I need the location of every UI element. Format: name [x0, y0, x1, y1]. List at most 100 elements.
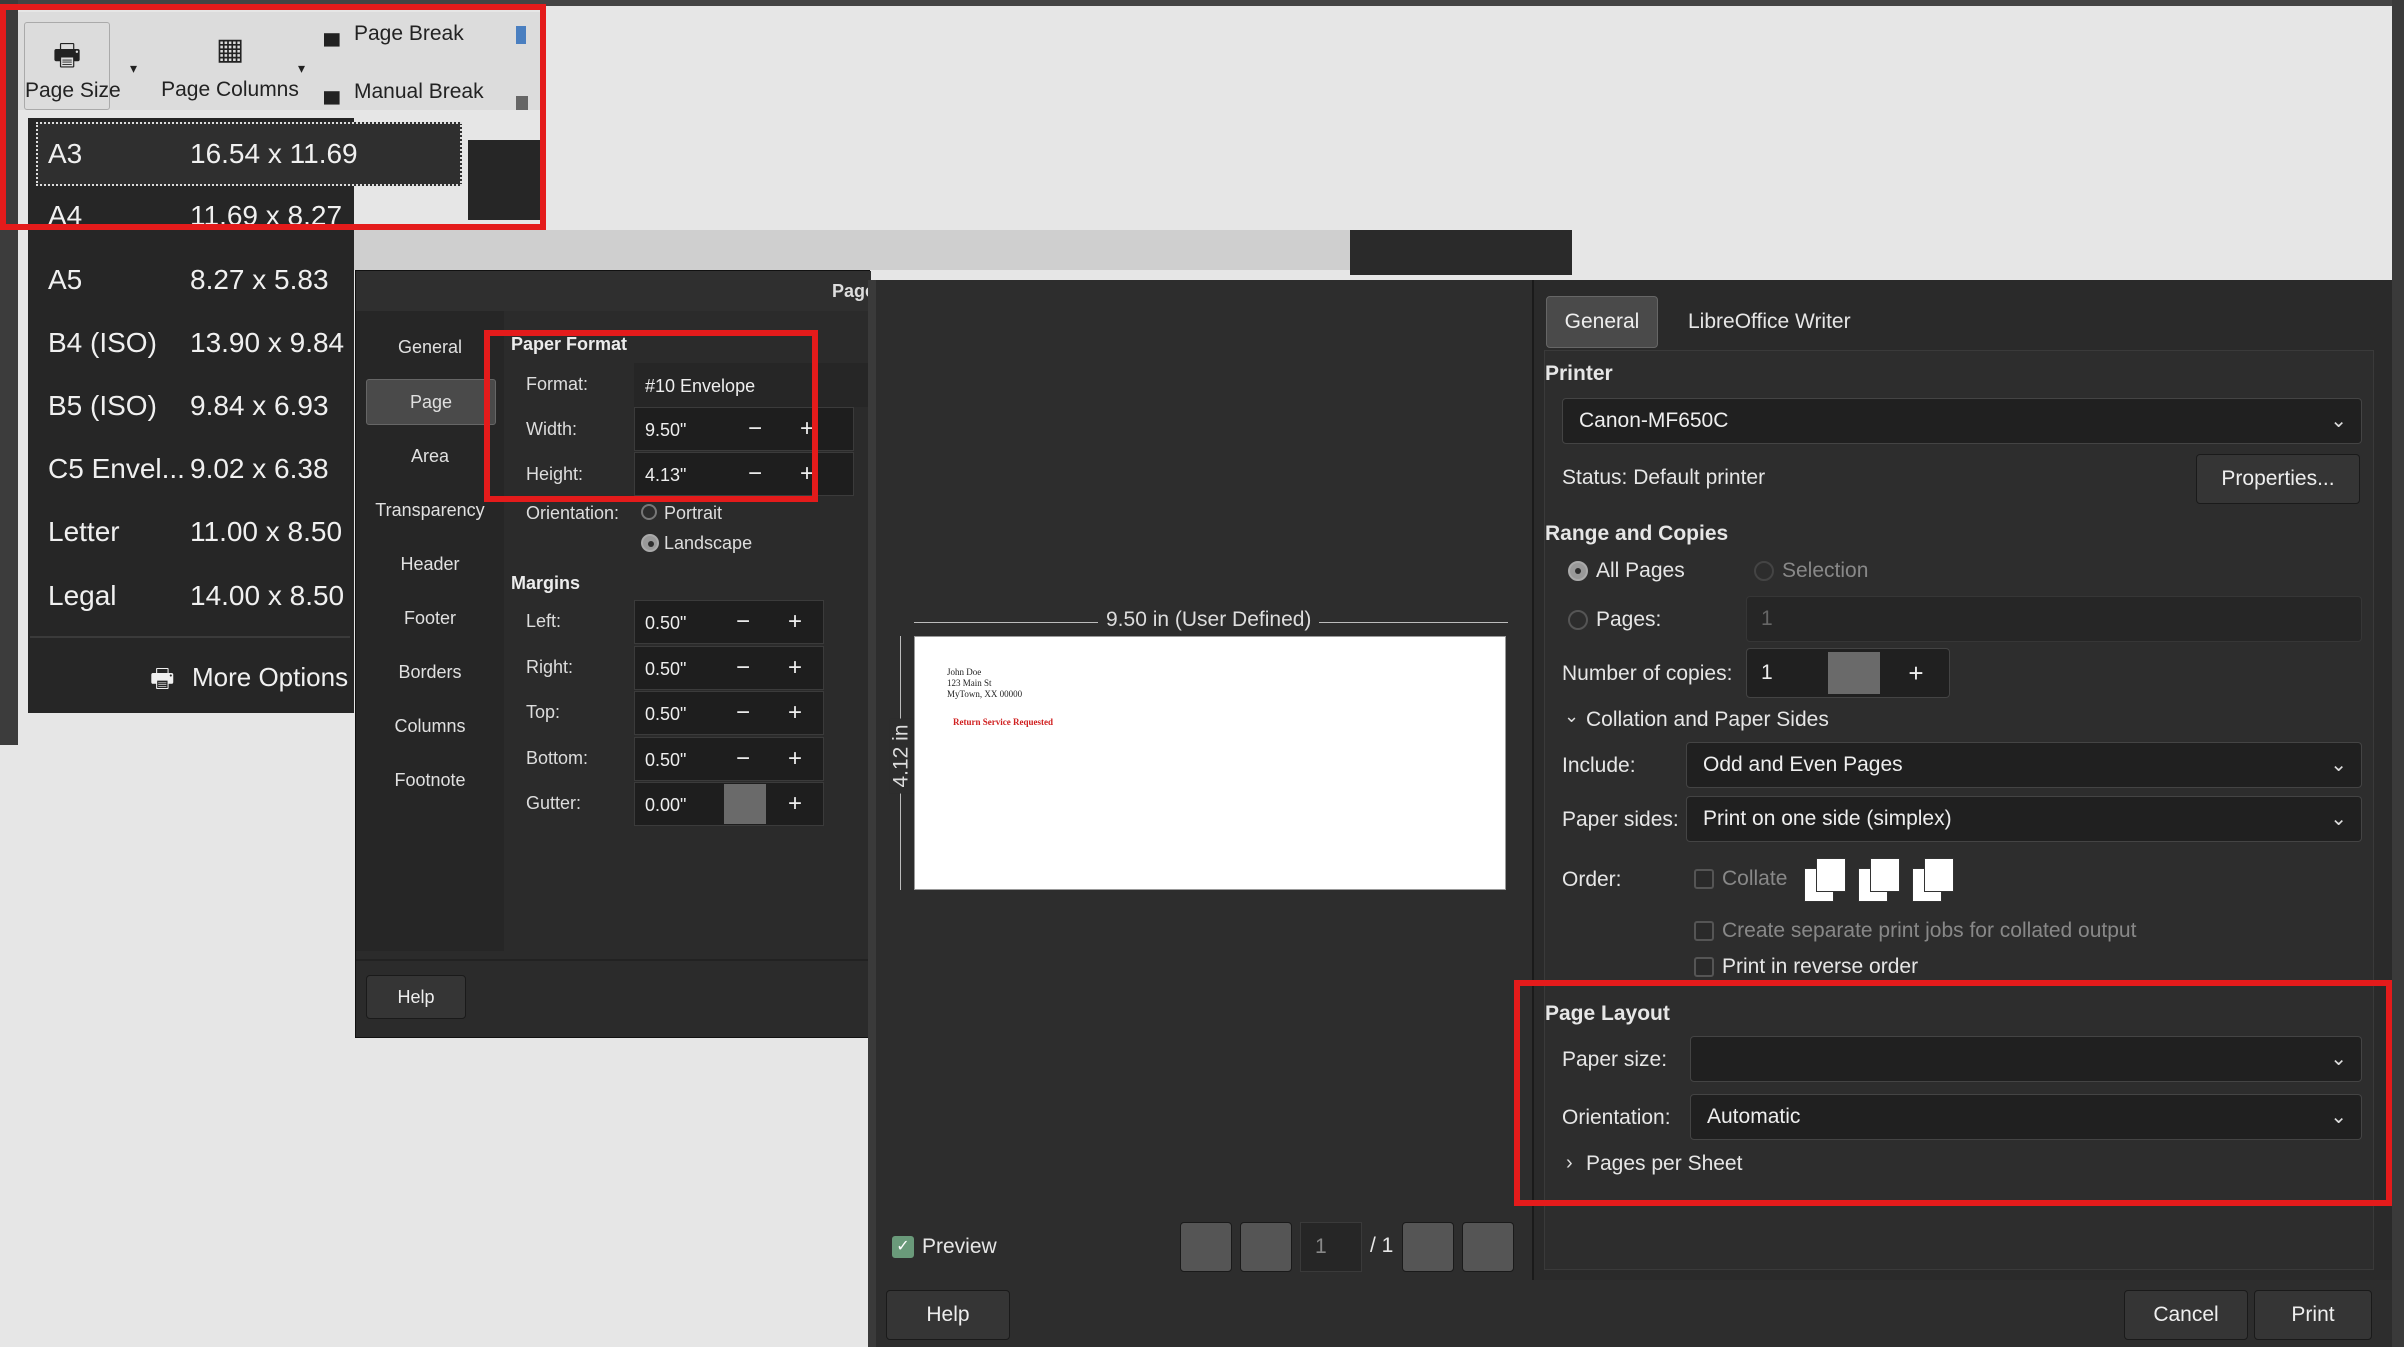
top-margin-decrement-button[interactable]: −: [728, 691, 758, 735]
reverse-order-checkbox[interactable]: [1694, 957, 1714, 977]
envelope-preview: John Doe 123 Main St MyTown, XX 00000 Re…: [914, 636, 1506, 890]
first-page-button[interactable]: [1180, 1222, 1232, 1272]
previous-page-button[interactable]: [1240, 1222, 1292, 1272]
collate-order-icon: [1804, 856, 1960, 904]
envelope-address-line: John Doe: [947, 667, 982, 677]
all-pages-radio[interactable]: [1568, 561, 1588, 581]
collate-checkbox[interactable]: [1694, 869, 1714, 889]
pages-radio[interactable]: [1568, 610, 1588, 630]
print-help-button[interactable]: Help: [886, 1290, 1010, 1340]
top-margin-label: Top:: [526, 702, 561, 722]
envelope-address-line: 123 Main St: [947, 678, 992, 688]
left-margin-decrement-button[interactable]: −: [728, 600, 758, 644]
copies-increment-button[interactable]: +: [1890, 652, 1942, 694]
printer-status: Status: Default printer: [1562, 466, 1766, 489]
separate-jobs-checkbox[interactable]: [1694, 921, 1714, 941]
page-size-item-dims: 13.90 x 9.84: [190, 327, 345, 358]
gutter-decrement-button[interactable]: [724, 784, 766, 824]
collate-label: Collate: [1722, 867, 1788, 890]
range-copies-heading: Range and Copies: [1545, 522, 1729, 545]
page-size-item-dims: 14.00 x 8.50: [190, 580, 345, 611]
nav-general[interactable]: General: [366, 325, 494, 369]
chevron-down-icon: ⌄: [2330, 808, 2347, 830]
pages-label: Pages:: [1596, 608, 1662, 631]
copies-value: 1: [1761, 661, 1773, 684]
landscape-radio[interactable]: [641, 534, 659, 552]
cancel-button[interactable]: Cancel: [2124, 1290, 2248, 1340]
page-style-dialog-titlebar: Page: [356, 271, 875, 311]
nav-transparency[interactable]: Transparency: [366, 488, 494, 532]
page-size-item-name: Letter: [48, 516, 120, 547]
page-style-help-button[interactable]: Help: [366, 975, 466, 1019]
print-dialog-left-border: [868, 280, 876, 1347]
more-options-icon: 🖶: [150, 663, 175, 693]
properties-button[interactable]: Properties...: [2196, 454, 2360, 504]
page-number-input[interactable]: 1: [1300, 1222, 1362, 1272]
nav-page[interactable]: Page: [366, 379, 496, 425]
page-size-item-name: Legal: [48, 580, 117, 611]
bottom-margin-label: Bottom:: [526, 748, 589, 768]
left-margin-label: Left:: [526, 611, 562, 631]
orientation-label: Orientation:: [526, 503, 620, 523]
copies-decrement-button[interactable]: [1828, 652, 1880, 694]
preview-label: Preview: [922, 1235, 997, 1258]
more-options-button[interactable]: 🖶 More Options: [150, 652, 360, 700]
paper-sides-select[interactable]: Print on one side (simplex) ⌄: [1686, 796, 2362, 842]
right-margin-decrement-button[interactable]: −: [728, 646, 758, 690]
chevron-down-icon: ⌄: [2330, 754, 2347, 776]
page-number-value: 1: [1315, 1235, 1327, 1258]
print-button[interactable]: Print: [2254, 1290, 2372, 1340]
page-size-item-dims: 8.27 x 5.83: [190, 264, 329, 295]
chevron-down-icon: ⌄: [2330, 410, 2347, 432]
landscape-label: Landscape: [664, 533, 753, 553]
envelope-return-address: John Doe 123 Main St MyTown, XX 00000: [947, 667, 1022, 700]
tab-libreoffice-writer[interactable]: LibreOffice Writer: [1672, 296, 1872, 348]
include-select[interactable]: Odd and Even Pages ⌄: [1686, 742, 2362, 788]
portrait-radio[interactable]: [641, 504, 657, 520]
preview-width-label: 9.50 in (User Defined): [1098, 608, 1320, 632]
collation-expander[interactable]: ⌄ Collation and Paper Sides: [1562, 706, 2062, 736]
top-margin-increment-button[interactable]: +: [780, 691, 810, 735]
window-right-edge: [2392, 0, 2404, 1347]
highlight-page-layout: [1514, 980, 2392, 1206]
page-size-item-dims: 9.84 x 6.93: [190, 390, 329, 421]
tab-general[interactable]: General: [1546, 296, 1658, 348]
printer-name: Canon-MF650C: [1579, 409, 1729, 432]
envelope-address-line: MyTown, XX 00000: [947, 689, 1023, 699]
nav-header[interactable]: Header: [366, 542, 494, 586]
gutter-increment-button[interactable]: +: [780, 782, 810, 826]
printer-select[interactable]: Canon-MF650C ⌄: [1562, 398, 2362, 444]
margins-heading: Margins: [511, 573, 581, 593]
page-total-label: / 1: [1370, 1234, 1394, 1257]
preview-checkbox[interactable]: ✓: [892, 1236, 914, 1258]
bottom-margin-increment-button[interactable]: +: [780, 737, 810, 781]
gutter-label: Gutter:: [526, 793, 582, 813]
nav-footnote[interactable]: Footnote: [366, 758, 494, 802]
background-dark-panel: [1350, 230, 1572, 275]
next-page-button[interactable]: [1402, 1222, 1454, 1272]
separate-jobs-label: Create separate print jobs for collated …: [1722, 919, 2137, 942]
pages-input[interactable]: 1: [1746, 596, 2362, 642]
preview-height-ruler: 4.12 in: [886, 636, 914, 890]
order-label: Order:: [1562, 868, 1622, 891]
selection-radio[interactable]: [1754, 561, 1774, 581]
nav-footer[interactable]: Footer: [366, 596, 494, 640]
pages-value: 1: [1761, 607, 1773, 630]
bottom-margin-decrement-button[interactable]: −: [728, 737, 758, 781]
paper-sides-label: Paper sides:: [1562, 808, 1679, 831]
nav-borders[interactable]: Borders: [366, 650, 494, 694]
right-margin-increment-button[interactable]: +: [780, 646, 810, 690]
include-label: Include:: [1562, 754, 1636, 777]
preview-height-label: 4.12 in: [889, 718, 914, 794]
collation-heading: Collation and Paper Sides: [1586, 708, 1829, 731]
page-size-item-name: A5: [48, 264, 83, 295]
preview-width-ruler: 9.50 in (User Defined): [914, 608, 1508, 636]
envelope-service-note: Return Service Requested: [953, 717, 1053, 727]
page-style-nav-pane: General Page Area Transparency Header Fo…: [356, 311, 504, 951]
last-page-button[interactable]: [1462, 1222, 1514, 1272]
nav-area[interactable]: Area: [366, 434, 494, 478]
page-size-item-dims: 11.00 x 8.50: [190, 516, 343, 547]
left-margin-increment-button[interactable]: +: [780, 600, 810, 644]
nav-columns[interactable]: Columns: [366, 704, 494, 748]
paper-sides-value: Print on one side (simplex): [1703, 807, 1952, 830]
